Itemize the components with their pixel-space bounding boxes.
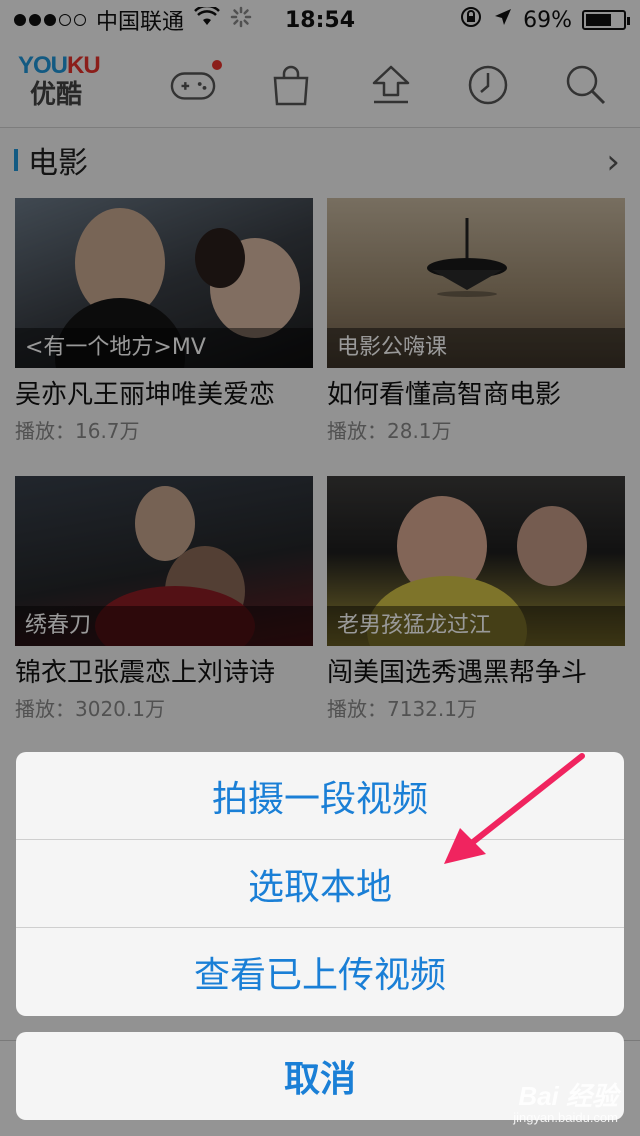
watermark-main: Bai 经验 <box>518 1081 618 1111</box>
annotation-arrow-icon <box>444 753 585 864</box>
watermark-url: jingyan.baidu.com <box>513 1110 618 1125</box>
baidu-jingyan-watermark: Bai 经验 jingyan.baidu.com <box>513 1083 618 1124</box>
view-uploaded-button[interactable]: 查看已上传视频 <box>16 928 624 1016</box>
